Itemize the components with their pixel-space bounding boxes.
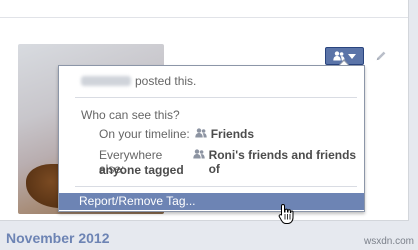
who-can-see-heading: Who can see this? [81, 108, 180, 122]
posted-this-text: posted this. [135, 74, 197, 88]
timeline-audience-value: Friends [210, 127, 255, 141]
elsewhere-audience-value: Roni's friends and friends of [208, 148, 357, 176]
month-heading: November 2012 [6, 230, 110, 246]
timeline-audience-row: On your timeline: Friends [99, 127, 254, 141]
friends-icon [195, 128, 207, 138]
privacy-dropdown-menu: posted this. Who can see this? On your t… [58, 65, 365, 212]
hand-pointer-icon [278, 203, 294, 224]
menu-divider [75, 186, 357, 187]
watermark: wsxdn.com [364, 236, 415, 247]
card-divider [0, 17, 408, 18]
friends-icon [192, 149, 205, 159]
chevron-down-icon [348, 53, 356, 59]
report-remove-tag-item[interactable]: Report/Remove Tag... [59, 193, 364, 210]
timeline-audience-label: On your timeline: [99, 127, 190, 141]
blurred-poster-name [81, 76, 131, 86]
elsewhere-audience-value-cont: anyone tagged [99, 163, 184, 177]
elsewhere-audience-row-cont: anyone tagged [99, 163, 184, 177]
menu-divider [75, 97, 357, 98]
poster-row: posted this. [81, 74, 196, 88]
pencil-icon[interactable] [374, 49, 388, 63]
